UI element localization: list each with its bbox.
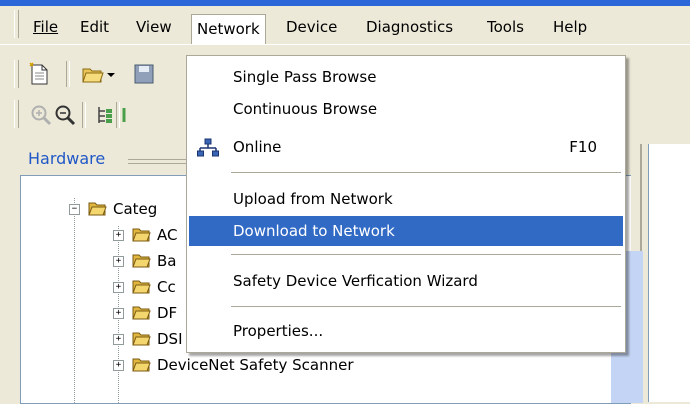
expand-icon[interactable]: + xyxy=(113,308,124,319)
menu-diagnostics-label: Diagnostics xyxy=(366,18,454,36)
menu-edit[interactable]: Edit xyxy=(74,14,115,40)
tree-view-icon[interactable] xyxy=(92,102,118,128)
standard-toolbar xyxy=(0,56,200,92)
tree-item-label: DeviceNet Safety Scanner xyxy=(157,356,354,374)
expand-icon[interactable]: + xyxy=(113,334,124,345)
open-dropdown-arrow-icon[interactable] xyxy=(104,62,118,88)
category-folder-icon xyxy=(132,332,151,346)
tree-item-label: DF xyxy=(157,304,178,322)
menu-separator xyxy=(231,172,621,173)
save-icon[interactable] xyxy=(124,61,164,87)
expand-icon[interactable]: + xyxy=(113,360,124,371)
category-folder-icon xyxy=(132,254,151,268)
menu-item-label: Safety Device Verfication Wizard xyxy=(233,272,478,290)
menu-separator xyxy=(231,306,621,307)
menu-item-continuous-browse[interactable]: Continuous Browse xyxy=(189,94,623,124)
tree-item-label: Categ xyxy=(113,200,158,218)
toolbar-separator xyxy=(82,102,86,128)
menu-view-label: View xyxy=(136,18,172,36)
right-pane xyxy=(648,144,690,402)
network-online-icon xyxy=(197,138,219,157)
category-folder-icon xyxy=(88,202,107,216)
zoom-out-icon[interactable] xyxy=(52,102,78,128)
expand-icon[interactable]: + xyxy=(113,230,124,241)
network-menu-dropdown: Single Pass Browse Continuous Browse Onl… xyxy=(186,55,626,353)
menu-bar: File Edit View Network Device Diagnostic… xyxy=(0,6,690,45)
menu-diagnostics[interactable]: Diagnostics xyxy=(360,14,459,40)
menu-edit-label: Edit xyxy=(80,18,110,36)
menu-item-label: Download to Network xyxy=(233,222,395,240)
new-document-icon[interactable] xyxy=(26,61,52,87)
menu-item-label: Continuous Browse xyxy=(233,100,378,118)
collapse-icon[interactable]: − xyxy=(69,204,80,215)
view-toolbar xyxy=(0,96,200,132)
list-view-icon[interactable] xyxy=(120,102,132,128)
menu-file-label: File xyxy=(33,18,59,36)
toolbar-separator xyxy=(66,61,70,87)
menu-device[interactable]: Device xyxy=(280,14,343,40)
zoom-in-icon[interactable] xyxy=(28,102,54,128)
menu-item-upload-from-network[interactable]: Upload from Network xyxy=(189,184,623,214)
tree-guide-line xyxy=(74,198,75,403)
tree-item-label: Ba xyxy=(157,252,177,270)
hardware-pane-title: Hardware xyxy=(28,149,106,168)
menu-item-label: Single Pass Browse xyxy=(233,68,377,86)
menu-tools-label: Tools xyxy=(487,18,524,36)
menu-separator xyxy=(231,254,621,255)
toolbar-grip[interactable] xyxy=(14,60,19,88)
menu-help[interactable]: Help xyxy=(547,14,593,40)
menu-item-shortcut: F10 xyxy=(569,138,597,156)
menu-item-safety-device-verification-wizard[interactable]: Safety Device Verfication Wizard xyxy=(189,266,623,296)
menu-item-label: Upload from Network xyxy=(233,190,393,208)
toolbar-grip[interactable] xyxy=(14,100,19,128)
menu-item-properties[interactable]: Properties... xyxy=(189,316,623,346)
menu-view[interactable]: View xyxy=(130,14,178,40)
menu-device-label: Device xyxy=(286,18,338,36)
tree-item-label: AC xyxy=(157,226,178,244)
category-folder-icon xyxy=(132,280,151,294)
category-folder-icon xyxy=(132,228,151,242)
menu-file[interactable]: File xyxy=(27,14,64,40)
tree-item-label: Cc xyxy=(157,278,176,296)
menu-network-label: Network xyxy=(197,20,260,38)
menu-item-label: Properties... xyxy=(233,322,324,340)
menu-network[interactable]: Network xyxy=(191,14,266,44)
menu-item-single-pass-browse[interactable]: Single Pass Browse xyxy=(189,62,623,92)
open-folder-icon[interactable] xyxy=(80,61,106,87)
expand-icon[interactable]: + xyxy=(113,282,124,293)
expand-icon[interactable]: + xyxy=(113,256,124,267)
menu-tools[interactable]: Tools xyxy=(481,14,530,40)
category-folder-icon xyxy=(132,306,151,320)
menu-help-label: Help xyxy=(553,18,588,36)
menu-item-download-to-network[interactable]: Download to Network xyxy=(189,216,623,246)
menu-item-online[interactable]: Online F10 xyxy=(189,132,623,162)
menubar-grip[interactable] xyxy=(14,10,19,38)
menu-item-label: Online xyxy=(233,138,282,156)
category-folder-icon xyxy=(132,358,151,372)
